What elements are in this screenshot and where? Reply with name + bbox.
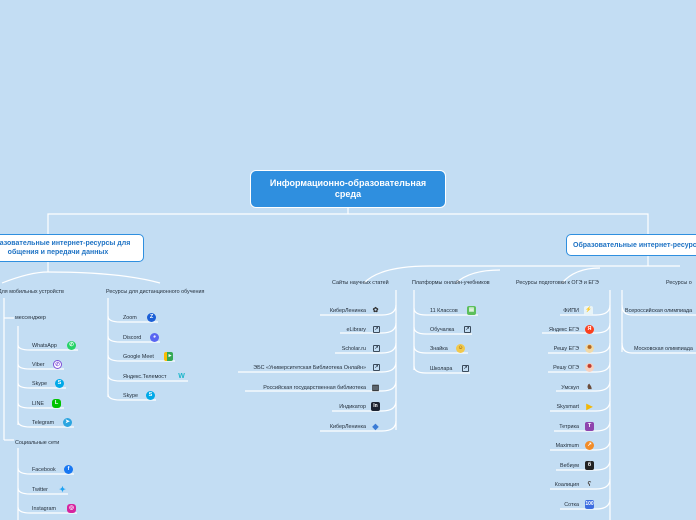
remote-yandex-telemost[interactable]: Яндекс.Телемост (123, 373, 166, 381)
whatsapp-icon: ✆ (67, 341, 76, 350)
category-messenger[interactable]: мессенджер (15, 314, 46, 322)
umskul-icon: ♞ (586, 384, 593, 391)
exam-maximum[interactable]: Maximum (556, 442, 579, 450)
olymp-moscow[interactable]: Московская олимпиада (634, 345, 693, 353)
platform-znaika[interactable]: Знайка (430, 345, 448, 353)
cyberleninka-icon: ✿ (372, 307, 379, 314)
viber-icon: ✆ (53, 360, 62, 369)
indicator-icon: In (371, 402, 380, 411)
external-link-icon: ↗ (464, 326, 471, 333)
skype-icon: S (55, 379, 64, 388)
messenger-skype[interactable]: Skype (32, 380, 47, 388)
cyberleninka-layers-icon: ◆ (372, 422, 379, 431)
exam-fipi[interactable]: ФИПИ (563, 307, 579, 315)
exam-vebium[interactable]: Вебиум (560, 462, 579, 470)
reshu-oge-icon: ✺ (585, 363, 594, 372)
tetrika-icon: T (585, 422, 594, 431)
instagram-icon: ◎ (67, 504, 76, 513)
science-rgb[interactable]: Российская государственная библиотека (263, 384, 366, 392)
line-icon: L (52, 399, 61, 408)
remote-skype[interactable]: Skype (123, 392, 138, 400)
reshu-ege-icon: ✺ (585, 344, 594, 353)
exam-yandex-ege[interactable]: Яндекс ЕГЭ (549, 326, 579, 334)
science-cyberleninka[interactable]: КиберЛенинка (330, 307, 366, 315)
left-main-node[interactable]: Образовательные интернет-ресурсы для общ… (0, 234, 144, 262)
science-elibrary[interactable]: eLibrary (347, 326, 366, 334)
external-link-icon: ↗ (373, 364, 380, 371)
exam-tetrika[interactable]: Тетрика (559, 423, 579, 431)
category-mobile[interactable]: Для мобильных устройств (0, 288, 64, 296)
zoom-icon: Z (147, 313, 156, 322)
external-link-icon: ↗ (373, 326, 380, 333)
external-link-icon: ↗ (373, 345, 380, 352)
science-cyberleninka-2[interactable]: КиберЛенинка (330, 423, 366, 431)
remote-zoom[interactable]: Zoom (123, 314, 137, 322)
fipi-icon: ⚡ (584, 306, 593, 315)
exam-reshu-ege[interactable]: Решу ЕГЭ (554, 345, 579, 353)
vebium-icon: б (585, 461, 594, 470)
yandex-icon: Я (585, 325, 594, 334)
exam-sotka[interactable]: Сотка (564, 501, 579, 509)
right-main-node[interactable]: Образовательные интернет-ресурсы (566, 234, 696, 256)
social-twitter[interactable]: Twitter (32, 486, 48, 494)
skype-icon: S (146, 391, 155, 400)
sotka-icon: 100 (585, 500, 594, 509)
root-node[interactable]: Информационно-образовательная среда (250, 170, 446, 208)
exam-skysmart[interactable]: Skysmart (557, 403, 579, 411)
facebook-icon: f (64, 465, 73, 474)
twitter-icon: ✦ (59, 485, 66, 494)
science-scholar[interactable]: Scholar.ru (342, 345, 366, 353)
telegram-icon: ➤ (63, 418, 72, 427)
category-platforms[interactable]: Платформы онлайн-учебников (412, 279, 490, 287)
platform-shkolara[interactable]: Школара (430, 365, 452, 373)
olymp-vseross[interactable]: Всероссийская олимпиада (625, 307, 692, 315)
messenger-whatsapp[interactable]: WhatsApp (32, 342, 57, 350)
social-facebook[interactable]: Facebook (32, 466, 56, 474)
platform-obuchalka[interactable]: Обучалка (430, 326, 454, 334)
discord-icon: ◕ (150, 333, 159, 342)
rgb-library-icon: ▥ (371, 383, 380, 392)
book-icon: ▤ (467, 306, 476, 315)
category-remote[interactable]: Ресурсы для дистанционного обучения (106, 288, 204, 296)
messenger-line[interactable]: LINE (32, 400, 44, 408)
category-social[interactable]: Социальные сети (15, 439, 59, 447)
yandex-telemost-icon: W (178, 373, 185, 380)
category-olymp[interactable]: Ресурсы о (666, 279, 692, 287)
skysmart-icon: ▶ (586, 402, 593, 411)
remote-discord[interactable]: Discord (123, 334, 141, 342)
science-indicator[interactable]: Индикатор (339, 403, 366, 411)
remote-google-meet[interactable]: Google Meet (123, 353, 154, 361)
exam-koalitsia[interactable]: Коалиция (555, 481, 579, 489)
google-meet-icon: ▸ (164, 352, 173, 361)
exam-reshu-oge[interactable]: Решу ОГЭ (553, 364, 579, 372)
exam-umskul[interactable]: Умскул (561, 384, 579, 392)
platform-11-klassov[interactable]: 11 Классов (430, 307, 458, 315)
koala-icon: ʕ (587, 481, 592, 488)
social-instagram[interactable]: Instagram (32, 505, 56, 513)
messenger-viber[interactable]: Viber (32, 361, 45, 369)
maximum-icon: ↗ (585, 441, 594, 450)
science-ebs[interactable]: ЭБС «Университетская Библиотека Онлайн» (253, 364, 366, 372)
external-link-icon: ↗ (462, 365, 469, 372)
znaika-icon: ☺ (456, 344, 465, 353)
category-science[interactable]: Сайты научных статей (332, 279, 389, 287)
category-exam[interactable]: Ресурсы подготовки к ОГЭ и ЕГЭ (516, 279, 599, 287)
messenger-telegram[interactable]: Telegram (32, 419, 54, 427)
